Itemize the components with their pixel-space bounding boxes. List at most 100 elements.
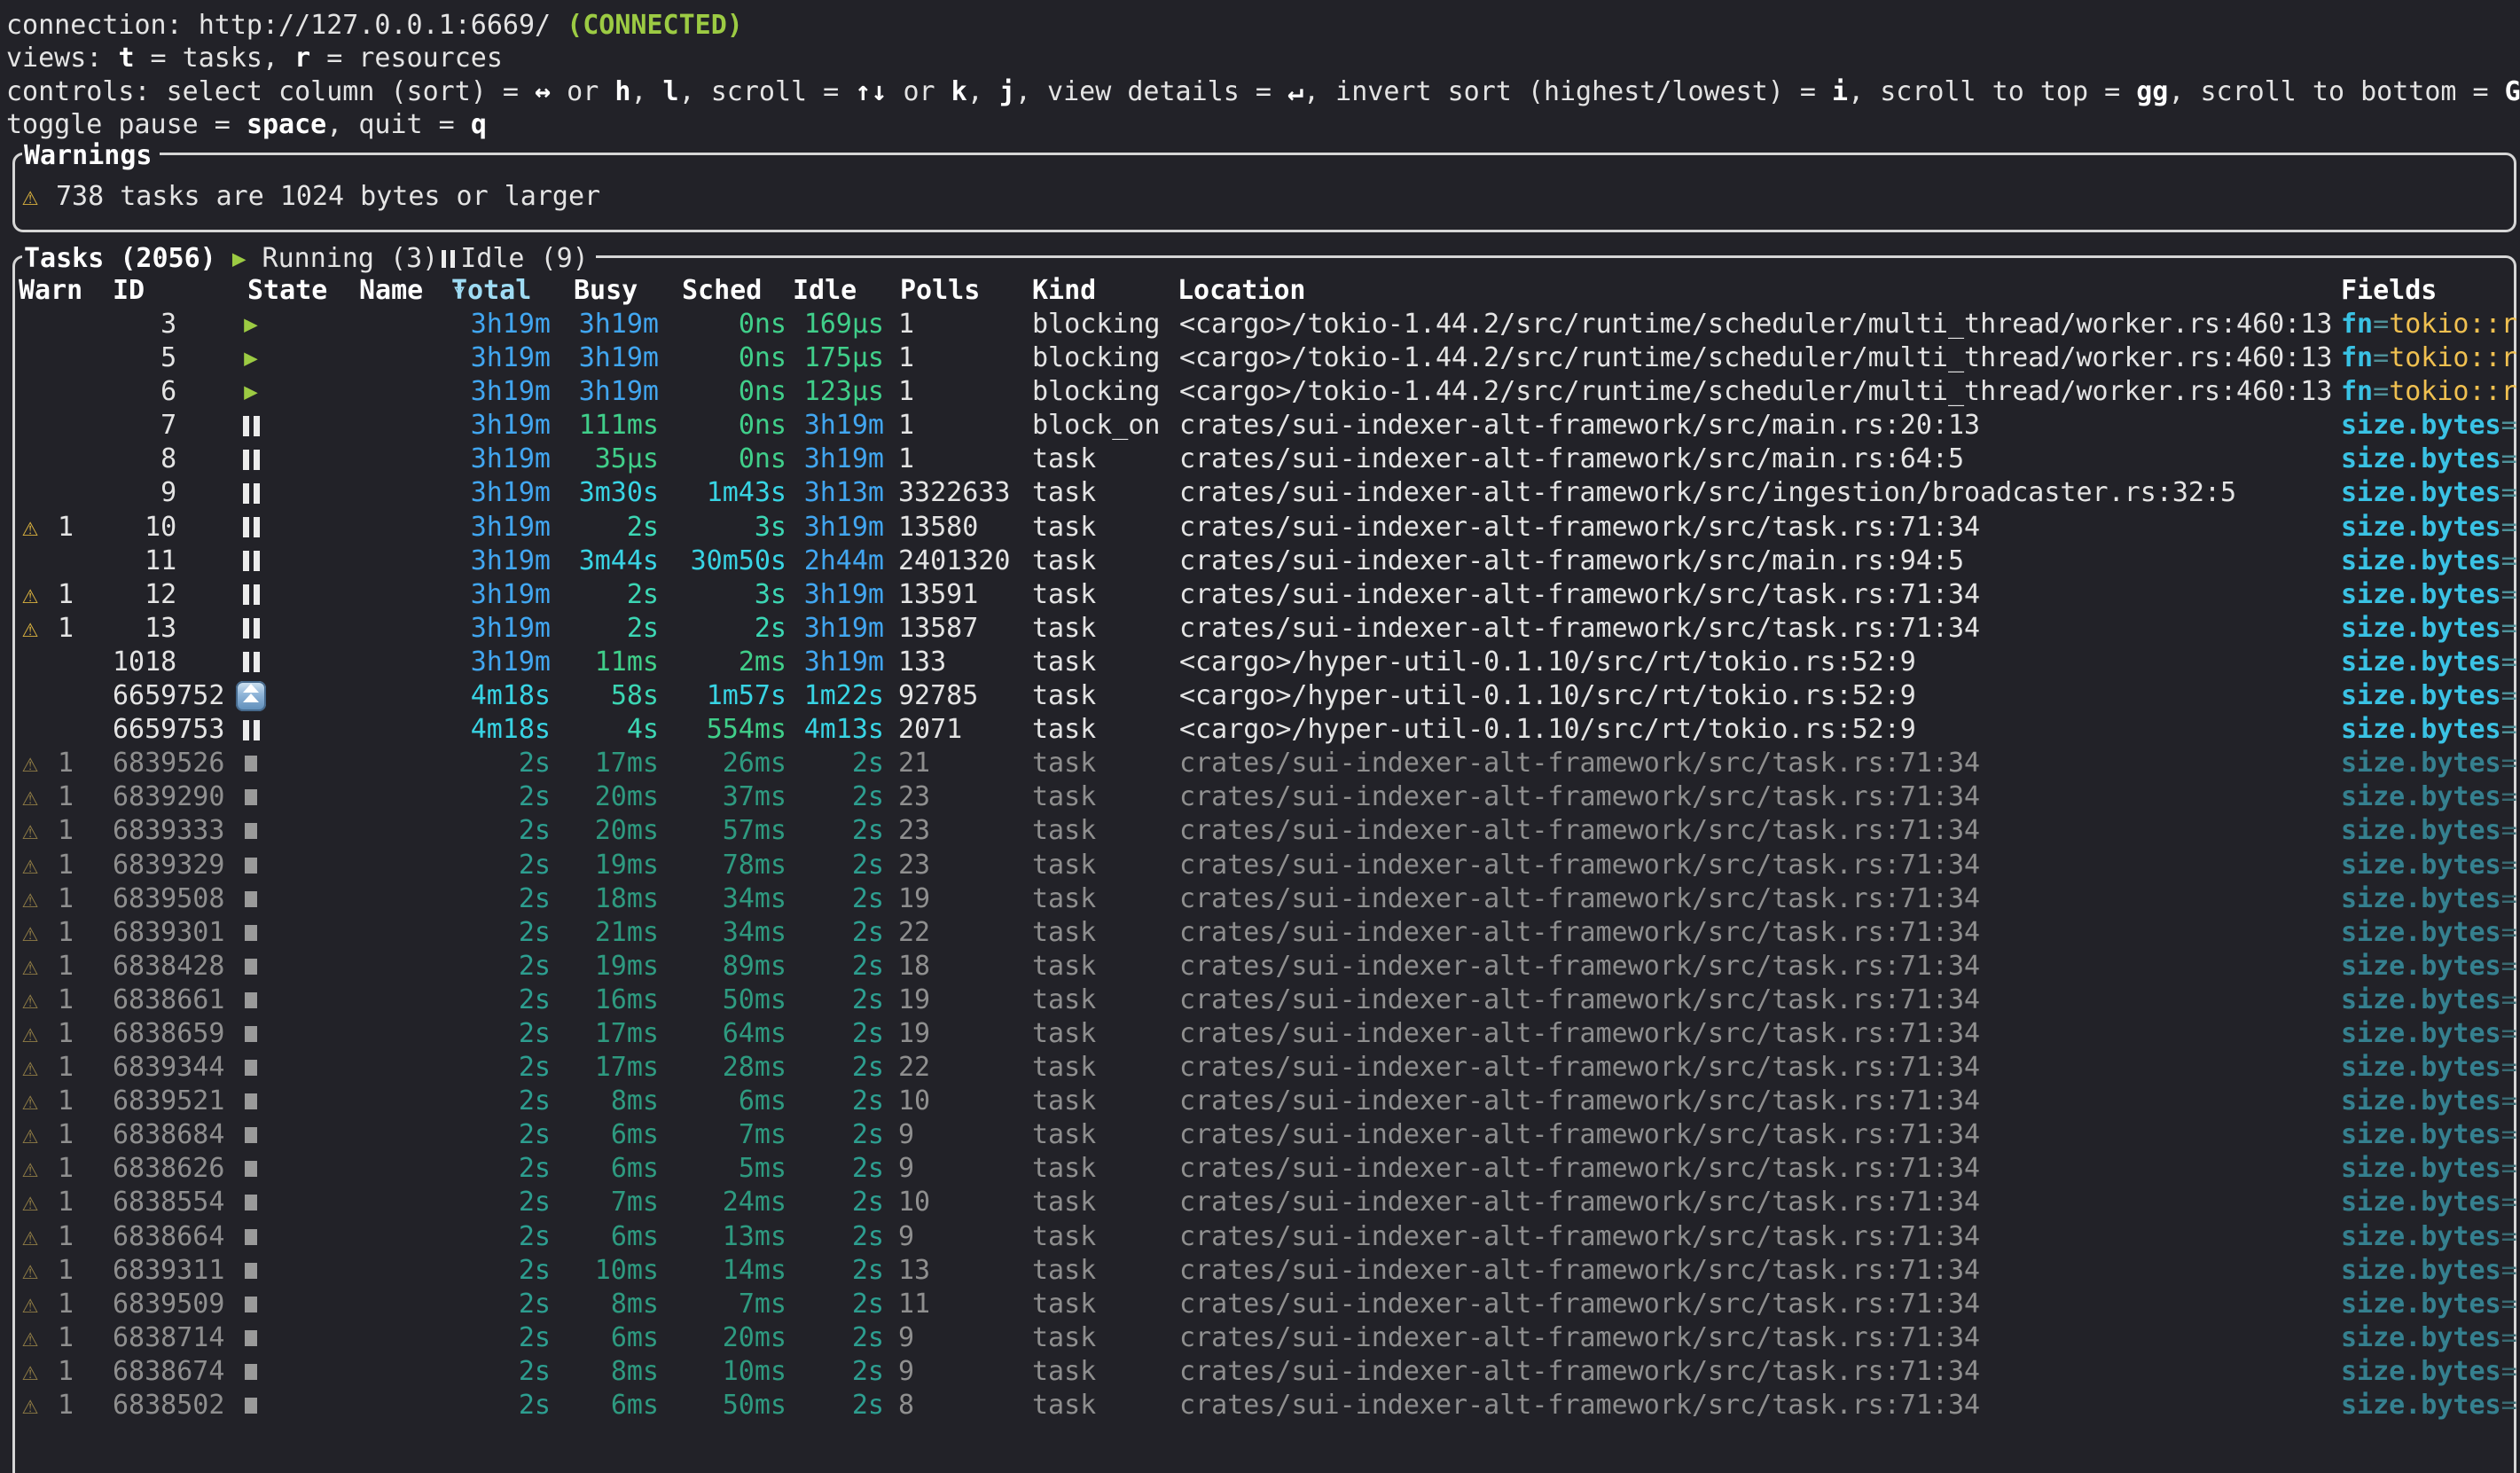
task-row[interactable]: ⚠168393332s20ms57ms2s23taskcrates/sui-in… [15, 814, 2514, 848]
task-id: 6839509 [113, 1288, 237, 1321]
task-row[interactable]: ⚠168393292s19ms78ms2s23taskcrates/sui-in… [15, 849, 2514, 882]
task-location: crates/sui-indexer-alt-framework/src/tas… [1179, 814, 2336, 848]
task-row[interactable]: 5▶3h19m3h19m0ns175µs1blocking<cargo>/tok… [15, 341, 2514, 375]
task-row[interactable]: 6▶3h19m3h19m0ns123µs1blocking<cargo>/tok… [15, 375, 2514, 409]
column-header-name[interactable]: Name [359, 274, 423, 308]
busy-value: 35µs [595, 443, 659, 474]
task-row[interactable]: 66597534m18s4s554ms4m13s2071task<cargo>/… [15, 713, 2514, 747]
task-kind: task [1032, 511, 1178, 545]
warning-icon: ⚠ [22, 1085, 38, 1117]
task-row[interactable]: ⚠1 123h19m2s3s3h19m13591taskcrates/sui-i… [15, 578, 2514, 612]
warning-icon: ⚠ [22, 951, 38, 982]
task-row[interactable]: ⚠168392902s20ms37ms2s23taskcrates/sui-in… [15, 780, 2514, 814]
column-header-state[interactable]: State [247, 274, 327, 308]
task-row[interactable]: ⚠168395092s8ms7ms2s11taskcrates/sui-inde… [15, 1288, 2514, 1321]
polls-count: 9 [898, 1118, 1031, 1152]
total-duration: 3h19m [419, 341, 551, 375]
warning-icon: ⚠ [22, 781, 38, 812]
task-row[interactable]: ⚠168393442s17ms28ms2s22taskcrates/sui-in… [15, 1051, 2514, 1085]
task-location: crates/sui-indexer-alt-framework/src/mai… [1179, 409, 2336, 443]
warn-count: 1 [58, 1186, 84, 1219]
task-row[interactable]: 66597524m18s58s1m57s1m22s92785task<cargo… [15, 679, 2514, 713]
warn-count: 1 [58, 1051, 84, 1085]
idle-value: 2s [852, 1119, 884, 1150]
task-row[interactable]: ⚠168386742s8ms10ms2s9taskcrates/sui-inde… [15, 1355, 2514, 1389]
task-row[interactable]: ⚠168386642s6ms13ms2s9taskcrates/sui-inde… [15, 1220, 2514, 1254]
total-duration: 3h19m [419, 612, 551, 646]
busy-value: 6ms [611, 1153, 659, 1184]
text-segment: l [663, 76, 679, 107]
state-cell [228, 1186, 274, 1219]
task-kind: blocking [1032, 308, 1178, 341]
task-row[interactable]: ⚠1 103h19m2s3s3h19m13580taskcrates/sui-i… [15, 511, 2514, 545]
sched-duration: 78ms [664, 849, 787, 882]
total-duration: 2s [419, 916, 551, 950]
task-row[interactable]: ⚠168393012s21ms34ms2s22taskcrates/sui-in… [15, 916, 2514, 950]
total-duration: 2s [419, 1355, 551, 1389]
task-row[interactable]: 73h19m111ms0ns3h19m1block_oncrates/sui-i… [15, 409, 2514, 443]
task-row[interactable]: ⚠168395082s18ms34ms2s19taskcrates/sui-in… [15, 882, 2514, 916]
task-row[interactable]: ⚠168386612s16ms50ms2s19taskcrates/sui-in… [15, 983, 2514, 1017]
task-row[interactable]: ⚠168385542s7ms24ms2s10taskcrates/sui-ind… [15, 1186, 2514, 1219]
column-header-polls[interactable]: Polls [900, 274, 980, 308]
busy-value: 17ms [595, 1018, 659, 1049]
idle-duration: 2s [792, 1186, 884, 1219]
column-header-warn[interactable]: Warn [19, 274, 82, 308]
task-row[interactable]: ⚠168395212s8ms6ms2s10taskcrates/sui-inde… [15, 1085, 2514, 1118]
task-row[interactable]: ⚠168393112s10ms14ms2s13taskcrates/sui-in… [15, 1254, 2514, 1288]
column-header-location[interactable]: Location [1178, 274, 1306, 308]
idle-duration: 2s [792, 1051, 884, 1085]
task-row[interactable]: ⚠168395262s17ms26ms2s21taskcrates/sui-in… [15, 747, 2514, 780]
field-name: size.bytes [2341, 850, 2501, 881]
task-kind: task [1032, 713, 1178, 747]
task-row[interactable]: ⚠168384282s19ms89ms2s18taskcrates/sui-in… [15, 950, 2514, 983]
task-row[interactable]: 3▶3h19m3h19m0ns169µs1blocking<cargo>/tok… [15, 308, 2514, 341]
task-row[interactable]: 83h19m35µs0ns3h19m1taskcrates/sui-indexe… [15, 443, 2514, 476]
task-row[interactable]: 10183h19m11ms2ms3h19m133task<cargo>/hype… [15, 646, 2514, 679]
sched-value: 24ms [723, 1187, 787, 1218]
task-row[interactable]: ⚠1 133h19m2s2s3h19m13587taskcrates/sui-i… [15, 612, 2514, 646]
busy-value: 21ms [595, 917, 659, 948]
controls-help-line: controls: select column (sort) = ↔ or h,… [6, 75, 2520, 109]
text-segment: j [999, 76, 1015, 107]
state-cell [228, 916, 274, 950]
task-id: 6659752 [113, 679, 237, 713]
task-kind: task [1032, 916, 1178, 950]
task-kind: task [1032, 1051, 1178, 1085]
total-duration: 2s [419, 1288, 551, 1321]
polls-count: 9 [898, 1321, 1031, 1355]
busy-value: 17ms [595, 1052, 659, 1083]
column-header-busy[interactable]: Busy [574, 274, 638, 308]
column-header-idle[interactable]: Idle [793, 274, 857, 308]
task-row[interactable]: 93h19m3m30s1m43s3h13m3322633taskcrates/s… [15, 476, 2514, 510]
busy-duration: 58s [556, 679, 659, 713]
polls-count: 23 [898, 780, 1031, 814]
warn-count: 1 [58, 1017, 84, 1051]
column-header-id[interactable]: ID [113, 274, 145, 308]
task-id: 6838684 [113, 1118, 237, 1152]
column-header-fields[interactable]: Fields [2341, 274, 2437, 308]
task-row[interactable]: ⚠168385022s6ms50ms2s8taskcrates/sui-inde… [15, 1389, 2514, 1422]
sched-duration: 50ms [664, 983, 787, 1017]
polls-count: 1 [898, 308, 1031, 341]
column-header-kind[interactable]: Kind [1032, 274, 1096, 308]
busy-value: 7ms [611, 1187, 659, 1218]
task-row[interactable]: 113h19m3m44s30m50s2h44m2401320taskcrates… [15, 545, 2514, 578]
sched-value: 78ms [723, 850, 787, 881]
warn-count: 1 [58, 950, 84, 983]
warn-count [58, 443, 84, 476]
busy-value: 3h19m [579, 342, 659, 373]
idle-value: 2s [852, 984, 884, 1015]
field-name: size.bytes [2341, 984, 2501, 1015]
task-row[interactable]: ⚠168386262s6ms5ms2s9taskcrates/sui-index… [15, 1152, 2514, 1186]
total-duration: 2s [419, 780, 551, 814]
running-count: Running (3) [262, 242, 439, 276]
warn-count [58, 545, 84, 578]
warn-count: 1 [58, 1389, 84, 1422]
field-equals: = [2501, 410, 2517, 441]
task-row[interactable]: ⚠168386592s17ms64ms2s19taskcrates/sui-in… [15, 1017, 2514, 1051]
column-header-sched[interactable]: Sched [682, 274, 762, 308]
total-duration: 2s [419, 814, 551, 848]
task-row[interactable]: ⚠168386842s6ms7ms2s9taskcrates/sui-index… [15, 1118, 2514, 1152]
task-row[interactable]: ⚠168387142s6ms20ms2s9taskcrates/sui-inde… [15, 1321, 2514, 1355]
